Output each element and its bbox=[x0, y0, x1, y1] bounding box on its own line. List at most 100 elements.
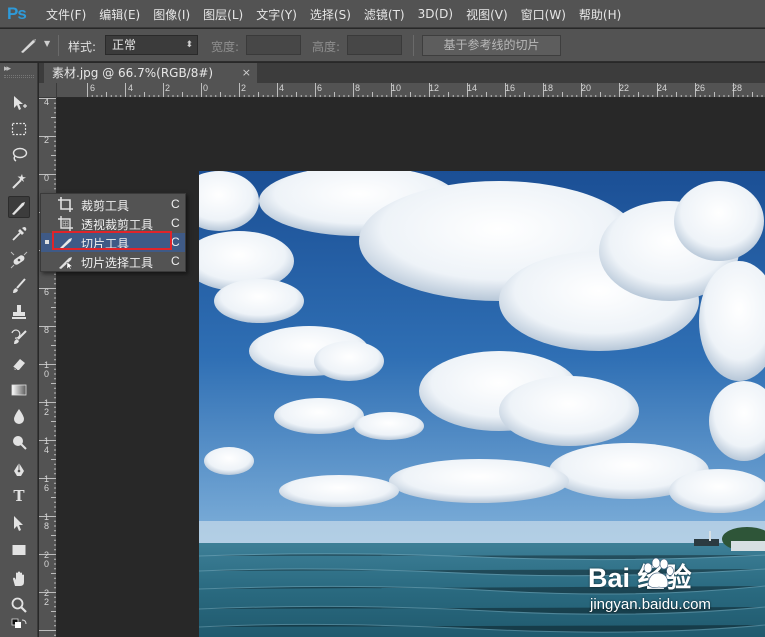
close-icon[interactable]: × bbox=[242, 63, 251, 83]
ruler-tick-label: 28 bbox=[732, 83, 743, 93]
baidu-jingyan-watermark: Bai 经验 jingyan.baidu.com bbox=[588, 556, 758, 626]
menu-image[interactable]: 图像(I) bbox=[153, 6, 190, 23]
updown-arrows-icon: ⬍ bbox=[185, 40, 193, 50]
flyout-item-crop[interactable]: 裁剪工具 C bbox=[41, 195, 185, 214]
ruler-tick-label: 26 bbox=[695, 83, 706, 93]
slice-tool-preset-icon[interactable] bbox=[18, 36, 40, 54]
ruler-tick-label: 4 bbox=[279, 83, 285, 93]
ruler-tick-label: 8 bbox=[43, 325, 49, 335]
ruler-tick-label: 0 bbox=[203, 83, 209, 93]
ruler-tick-label: 6 bbox=[317, 83, 323, 93]
perspective-crop-icon bbox=[58, 216, 73, 231]
ruler-tick-label: 22 bbox=[43, 588, 49, 607]
options-bar: ▼ 样式: 正常 ⬍ 宽度: 高度: 基于参考线的切片 bbox=[0, 29, 765, 62]
gradient-icon[interactable] bbox=[8, 379, 30, 401]
menu-help[interactable]: 帮助(H) bbox=[579, 6, 621, 23]
eyedropper-icon[interactable] bbox=[8, 223, 30, 245]
pen-icon[interactable] bbox=[8, 459, 30, 481]
document-tab-title: 素材.jpg @ 66.7%(RGB/8#) bbox=[52, 66, 214, 80]
photoshop-logo: Ps bbox=[7, 4, 27, 23]
collapse-panel-icon[interactable]: ▸▸ bbox=[4, 64, 11, 74]
menu-file[interactable]: 文件(F) bbox=[46, 6, 86, 23]
menu-select[interactable]: 选择(S) bbox=[310, 6, 351, 23]
magic-wand-icon[interactable] bbox=[8, 170, 30, 192]
options-divider bbox=[58, 35, 59, 56]
ruler-tick-label: 2 bbox=[241, 83, 247, 93]
width-label: 宽度: bbox=[211, 40, 240, 54]
slice-select-icon bbox=[59, 257, 74, 270]
spot-healing-icon[interactable] bbox=[8, 249, 30, 271]
slices-from-guides-button[interactable]: 基于参考线的切片 bbox=[422, 35, 561, 56]
options-divider bbox=[413, 35, 414, 56]
rectangle-icon[interactable] bbox=[8, 539, 30, 561]
ruler-tick-label: 0 bbox=[43, 173, 49, 183]
document-tab-bar: 素材.jpg @ 66.7%(RGB/8#) × bbox=[39, 63, 765, 83]
style-label: 样式: bbox=[68, 40, 97, 54]
ruler-tick-label: 24 bbox=[657, 83, 668, 93]
baidu-paw-icon bbox=[643, 558, 674, 588]
vertical-ruler[interactable]: 4 2 0 2 4 6 8 10 12 14 16 18 20 22 bbox=[39, 98, 57, 637]
height-field[interactable] bbox=[347, 35, 402, 55]
tools-panel: ▸▸ T bbox=[0, 63, 38, 637]
brush-icon[interactable] bbox=[8, 275, 30, 297]
ruler-tick-label: 20 bbox=[581, 83, 592, 93]
dodge-icon[interactable] bbox=[8, 431, 30, 453]
path-selection-icon[interactable] bbox=[8, 512, 30, 534]
style-select-value: 正常 bbox=[112, 38, 137, 52]
horizontal-ruler[interactable]: 6 4 2 0 2 4 6 8 10 12 14 16 18 20 22 24 … bbox=[57, 83, 765, 98]
ruler-tick-label: 12 bbox=[43, 398, 49, 417]
height-label: 高度: bbox=[312, 40, 341, 54]
ruler-tick-label: 2 bbox=[43, 135, 49, 145]
lasso-icon[interactable] bbox=[8, 144, 30, 166]
panel-grip[interactable] bbox=[4, 75, 34, 78]
tool-preset-dropdown-icon[interactable]: ▼ bbox=[44, 39, 50, 48]
ruler-tick-label: 18 bbox=[43, 512, 49, 531]
hand-icon[interactable] bbox=[8, 568, 30, 590]
move-icon[interactable] bbox=[8, 92, 30, 114]
flyout-item-label: 切片选择工具 bbox=[81, 256, 154, 270]
ruler-tick-label: 10 bbox=[43, 360, 49, 379]
watermark-url: jingyan.baidu.com bbox=[590, 596, 711, 613]
zoom-icon[interactable] bbox=[8, 594, 30, 616]
style-select[interactable]: 正常 ⬍ bbox=[105, 35, 198, 55]
clone-stamp-icon[interactable] bbox=[8, 301, 30, 323]
ruler-tick-label: 6 bbox=[43, 287, 49, 297]
swap-colors-icon[interactable] bbox=[8, 617, 30, 635]
ruler-tick-label: 12 bbox=[429, 83, 440, 93]
ruler-origin[interactable] bbox=[39, 83, 57, 98]
slice-icon[interactable] bbox=[8, 196, 30, 218]
marquee-icon[interactable] bbox=[8, 118, 30, 140]
ruler-tick-label: 4 bbox=[128, 83, 134, 93]
ruler-tick-label: 18 bbox=[543, 83, 554, 93]
ruler-tick-label: 14 bbox=[467, 83, 478, 93]
current-tool-bullet-icon bbox=[45, 240, 49, 244]
menu-view[interactable]: 视图(V) bbox=[466, 6, 508, 23]
flyout-item-shortcut: C bbox=[171, 197, 180, 211]
menu-bar: Ps 文件(F) 编辑(E) 图像(I) 图层(L) 文字(Y) 选择(S) 滤… bbox=[0, 0, 765, 28]
blur-icon[interactable] bbox=[8, 405, 30, 427]
flyout-item-shortcut: C bbox=[171, 216, 180, 230]
flyout-item-slice-select[interactable]: 切片选择工具 C bbox=[41, 252, 185, 271]
ruler-tick-label: 16 bbox=[43, 474, 49, 493]
menu-3d[interactable]: 3D(D) bbox=[418, 7, 453, 21]
eraser-icon[interactable] bbox=[8, 353, 30, 375]
ruler-tick-label: 4 bbox=[43, 98, 49, 107]
type-icon[interactable]: T bbox=[8, 485, 30, 507]
ruler-tick-label: 20 bbox=[43, 550, 49, 569]
menu-type[interactable]: 文字(Y) bbox=[256, 6, 297, 23]
menu-items: 文件(F) 编辑(E) 图像(I) 图层(L) 文字(Y) 选择(S) 滤镜(T… bbox=[46, 0, 634, 28]
document-tab[interactable]: 素材.jpg @ 66.7%(RGB/8#) × bbox=[44, 63, 257, 83]
flyout-item-shortcut: C bbox=[171, 254, 180, 268]
menu-layer[interactable]: 图层(L) bbox=[203, 6, 243, 23]
crop-icon bbox=[58, 197, 73, 212]
ruler-tick-label: 16 bbox=[505, 83, 516, 93]
menu-edit[interactable]: 编辑(E) bbox=[99, 6, 140, 23]
flyout-item-shortcut: C bbox=[171, 235, 180, 249]
history-brush-icon[interactable] bbox=[8, 327, 30, 349]
width-field[interactable] bbox=[246, 35, 301, 55]
ruler-tick-label: 2 bbox=[165, 83, 171, 93]
ruler-tick-label: 10 bbox=[391, 83, 402, 93]
menu-window[interactable]: 窗口(W) bbox=[521, 6, 566, 23]
menu-filter[interactable]: 滤镜(T) bbox=[364, 6, 405, 23]
ruler-tick-label: 22 bbox=[619, 83, 630, 93]
